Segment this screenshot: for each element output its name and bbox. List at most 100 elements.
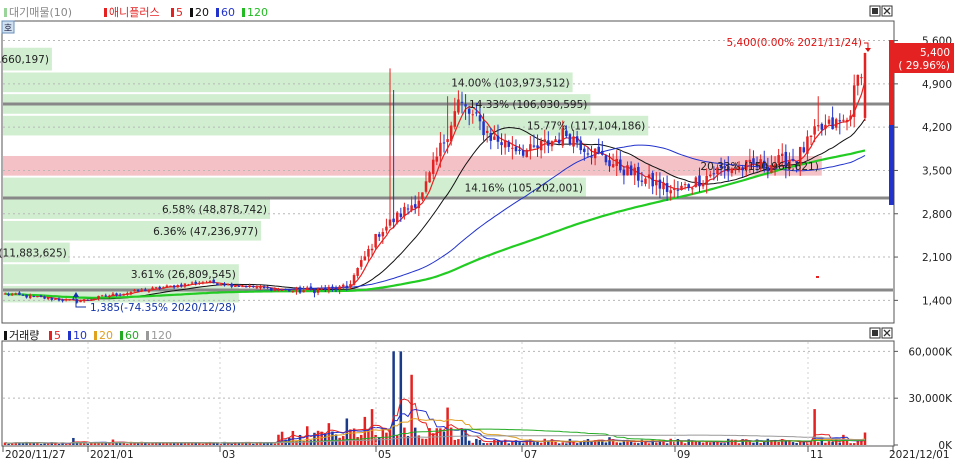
candle-body bbox=[831, 117, 834, 130]
candle-body bbox=[359, 260, 363, 267]
price-tick-label: 3,500 bbox=[922, 165, 952, 177]
candle-body bbox=[489, 133, 493, 141]
candle-body bbox=[550, 141, 554, 147]
candle-body bbox=[629, 165, 633, 176]
candle-body bbox=[154, 287, 158, 289]
candle-body bbox=[543, 139, 547, 142]
legend-swatch bbox=[94, 331, 97, 340]
volume-bar bbox=[579, 442, 582, 445]
candle-body bbox=[687, 184, 690, 189]
candle-body bbox=[449, 125, 453, 142]
legend-swatch bbox=[104, 8, 107, 17]
volume-bar bbox=[784, 440, 788, 445]
candle-body bbox=[500, 142, 503, 146]
candle-body bbox=[619, 159, 622, 171]
legend-swatch bbox=[190, 8, 193, 17]
volume-bar bbox=[565, 443, 568, 445]
candle-body bbox=[388, 219, 392, 226]
candle-body bbox=[842, 119, 845, 121]
volume-bar bbox=[82, 443, 86, 445]
candle-body bbox=[392, 218, 395, 223]
x-axis-label: 11 bbox=[810, 449, 823, 460]
candle-body bbox=[485, 130, 489, 133]
volume-bar bbox=[701, 442, 705, 445]
candle-body bbox=[309, 286, 313, 290]
candle-body bbox=[338, 286, 341, 290]
volume-bar bbox=[637, 443, 640, 445]
candle-body bbox=[395, 212, 399, 223]
candle-body bbox=[237, 285, 241, 287]
candle-body bbox=[302, 290, 305, 293]
volume-bar bbox=[377, 436, 381, 445]
candle-body bbox=[18, 292, 21, 295]
candle-body bbox=[586, 153, 590, 155]
candle-body bbox=[356, 267, 359, 276]
price-range-marker-up bbox=[889, 40, 894, 125]
price-panel-maximize-button[interactable] bbox=[869, 5, 881, 17]
volume-bar bbox=[457, 439, 460, 445]
candle-body bbox=[439, 142, 442, 157]
candle-body bbox=[14, 293, 18, 295]
volume-bar bbox=[395, 435, 399, 445]
candle-body bbox=[496, 135, 500, 142]
candle-body bbox=[327, 286, 331, 291]
volume-bar bbox=[838, 442, 842, 445]
candle-body bbox=[626, 165, 629, 176]
legend-label: 5 bbox=[54, 329, 61, 342]
candle-body bbox=[288, 289, 291, 292]
candle-body bbox=[331, 286, 334, 288]
candle-body bbox=[802, 147, 806, 153]
price-panel-close-button[interactable] bbox=[881, 5, 893, 17]
candle-body bbox=[323, 287, 327, 290]
candle-body bbox=[809, 135, 813, 137]
candle-body bbox=[363, 256, 367, 261]
candle-body bbox=[442, 142, 446, 144]
legend-label: 60 bbox=[125, 329, 139, 342]
volume-bar bbox=[453, 439, 457, 445]
candle-body bbox=[406, 208, 410, 210]
volume-bar bbox=[557, 443, 561, 445]
x-axis-label: 09 bbox=[677, 449, 690, 460]
candle-body bbox=[532, 145, 536, 147]
candle-body bbox=[503, 140, 507, 148]
volume-bar bbox=[737, 443, 741, 445]
candle-body bbox=[827, 119, 831, 124]
supply-bar-label: 14.16% (105,202,001) bbox=[465, 182, 583, 194]
candle-body bbox=[647, 174, 651, 179]
supply-bar-label: 1.60% (11,883,625) bbox=[0, 247, 67, 259]
candle-body bbox=[417, 200, 421, 209]
volume-panel-maximize-button[interactable] bbox=[869, 327, 881, 339]
candle-body bbox=[655, 181, 658, 186]
candle-body bbox=[341, 284, 345, 287]
candle-body bbox=[72, 298, 75, 300]
candle-body bbox=[705, 175, 708, 184]
candle-body bbox=[68, 299, 72, 301]
candle-body bbox=[611, 164, 615, 168]
candle-body bbox=[583, 148, 586, 152]
candle-body bbox=[252, 285, 255, 288]
candle-body bbox=[46, 297, 50, 300]
candle-body bbox=[410, 205, 413, 211]
volume-bar bbox=[320, 431, 323, 445]
volume-tick-label: 60,000K bbox=[908, 346, 953, 358]
volume-bar bbox=[323, 433, 327, 445]
volume-panel-close-button[interactable] bbox=[881, 327, 893, 339]
candle-body bbox=[201, 282, 205, 284]
candle-body bbox=[352, 275, 356, 285]
supply-bar-label: 6.36% (47,236,977) bbox=[153, 226, 258, 238]
price-legend: 대기매물(10) 애니플러스 5 20 60 120 bbox=[4, 6, 268, 19]
candle-body bbox=[478, 115, 482, 122]
volume-bar bbox=[629, 441, 633, 445]
supply-bar-label: 14.00% (103,973,512) bbox=[451, 77, 569, 89]
candle-body bbox=[57, 298, 61, 301]
candle-body bbox=[158, 286, 161, 289]
candle-body bbox=[298, 287, 302, 293]
candle-body bbox=[385, 226, 388, 231]
volume-bar bbox=[709, 442, 712, 445]
candle-body bbox=[575, 136, 579, 143]
candle-body bbox=[151, 287, 154, 290]
candle-body bbox=[377, 234, 381, 237]
candle-body bbox=[658, 179, 662, 189]
volume-bar bbox=[273, 443, 277, 445]
candle-body bbox=[669, 190, 672, 194]
